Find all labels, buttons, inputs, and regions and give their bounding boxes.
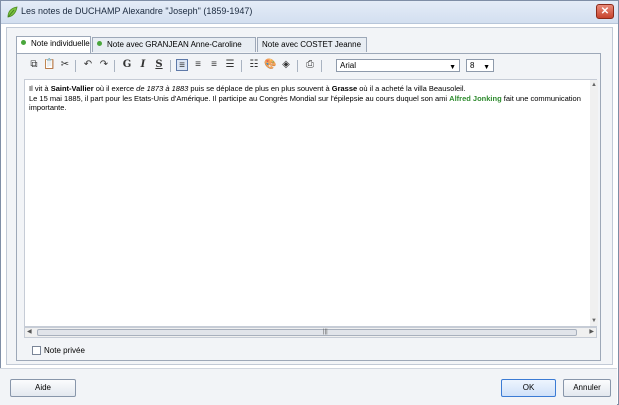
green-dot-icon bbox=[21, 40, 26, 46]
note-editor[interactable]: Il vit à Saint-Vallier où il exerce de 1… bbox=[24, 79, 598, 327]
print-icon[interactable]: ⎙ bbox=[304, 59, 316, 71]
font-family-select[interactable]: Arial ▼ bbox=[336, 59, 460, 72]
copy-icon[interactable]: ⧉ bbox=[28, 59, 40, 71]
toolbar-separator bbox=[114, 60, 115, 72]
scroll-left-icon[interactable]: ◀ bbox=[27, 328, 32, 335]
underline-icon[interactable]: S bbox=[153, 59, 165, 71]
ok-button[interactable]: OK bbox=[501, 379, 556, 397]
format-toolbar: ⧉ 📋 ✂ ↶ ↷ G I S ≡ ≡ ≡ ☰ ☷ 🎨 ◈ ⎙ Arial ▼ … bbox=[20, 57, 598, 75]
private-note-label: Note privée bbox=[44, 346, 85, 355]
green-dot-icon bbox=[97, 41, 102, 47]
align-center-icon[interactable]: ≡ bbox=[192, 59, 204, 71]
font-size-value: 8 bbox=[470, 61, 475, 70]
text-color-icon[interactable]: 🎨 bbox=[264, 59, 276, 71]
list-icon[interactable]: ☷ bbox=[248, 59, 260, 71]
tab-label: Note avec COSTET Jeanne bbox=[262, 40, 362, 49]
text-run: puis se déplace de plus en plus souvent … bbox=[188, 84, 332, 93]
close-icon: ✕ bbox=[600, 6, 610, 17]
scroll-right-icon[interactable]: ▶ bbox=[589, 328, 594, 335]
person-alfred-jonking: Alfred Jonking bbox=[449, 93, 502, 103]
font-family-value: Arial bbox=[340, 61, 357, 70]
grip-icon: ||| bbox=[323, 329, 328, 335]
scroll-down-icon[interactable]: ▼ bbox=[591, 318, 597, 324]
redo-icon[interactable]: ↷ bbox=[98, 59, 110, 71]
bold-icon[interactable]: G bbox=[121, 59, 133, 71]
tab-note-costet[interactable]: Note avec COSTET Jeanne bbox=[257, 37, 367, 52]
align-right-icon[interactable]: ≡ bbox=[208, 59, 220, 71]
justify-icon[interactable]: ☰ bbox=[224, 59, 236, 71]
toolbar-separator bbox=[75, 60, 76, 72]
title-bar[interactable]: Les notes de DUCHAMP Alexandre "Joseph" … bbox=[1, 1, 618, 24]
text-run: où il exerce bbox=[93, 84, 137, 93]
undo-icon[interactable]: ↶ bbox=[82, 59, 94, 71]
text-run: Le 15 mai 1885, il part pour les Etats-U… bbox=[29, 93, 450, 103]
note-text[interactable]: Il vit à Saint-Vallier où il exerce de 1… bbox=[29, 84, 589, 113]
toolbar-separator bbox=[297, 60, 298, 72]
window-title: Les notes de DUCHAMP Alexandre "Joseph" … bbox=[21, 6, 253, 16]
text-run: où il a acheté la villa Beausoleil. bbox=[357, 84, 466, 93]
close-button[interactable]: ✕ bbox=[596, 4, 614, 19]
scroll-up-icon[interactable]: ▲ bbox=[591, 82, 597, 88]
toolbar-separator bbox=[321, 60, 322, 72]
place-grasse: Grasse bbox=[331, 84, 358, 93]
align-left-icon[interactable]: ≡ bbox=[176, 59, 188, 71]
cancel-button[interactable]: Annuler bbox=[563, 379, 611, 397]
toolbar-separator bbox=[241, 60, 242, 72]
chevron-down-icon: ▼ bbox=[483, 64, 490, 71]
paste-icon[interactable]: 📋 bbox=[43, 59, 55, 71]
place-saint-vallier: Saint-Vallier bbox=[50, 84, 94, 93]
scrollbar-thumb[interactable]: ||| bbox=[37, 329, 577, 336]
date-range: de 1873 à 1883 bbox=[136, 84, 189, 93]
dialog-footer: Aide OK Annuler bbox=[0, 368, 617, 405]
toolbar-separator bbox=[170, 60, 171, 72]
italic-icon[interactable]: I bbox=[137, 59, 149, 71]
private-note-checkbox[interactable] bbox=[32, 346, 41, 355]
highlight-icon[interactable]: ◈ bbox=[280, 59, 292, 71]
cut-icon[interactable]: ✂ bbox=[59, 59, 71, 71]
text-run: Il vit à bbox=[29, 84, 51, 93]
chevron-down-icon: ▼ bbox=[449, 64, 456, 71]
help-button[interactable]: Aide bbox=[10, 379, 76, 397]
tab-label: Note individuelle bbox=[31, 39, 90, 48]
font-size-select[interactable]: 8 ▼ bbox=[466, 59, 494, 72]
horizontal-scrollbar[interactable]: ◀ ||| ▶ bbox=[24, 327, 597, 338]
tab-note-granjean[interactable]: Note avec GRANJEAN Anne-Caroline bbox=[92, 37, 256, 52]
vertical-scrollbar[interactable]: ▲ ▼ bbox=[590, 80, 598, 326]
leaf-icon bbox=[7, 6, 18, 18]
tab-note-individuelle[interactable]: Note individuelle bbox=[16, 36, 91, 53]
tab-label: Note avec GRANJEAN Anne-Caroline bbox=[107, 40, 242, 49]
